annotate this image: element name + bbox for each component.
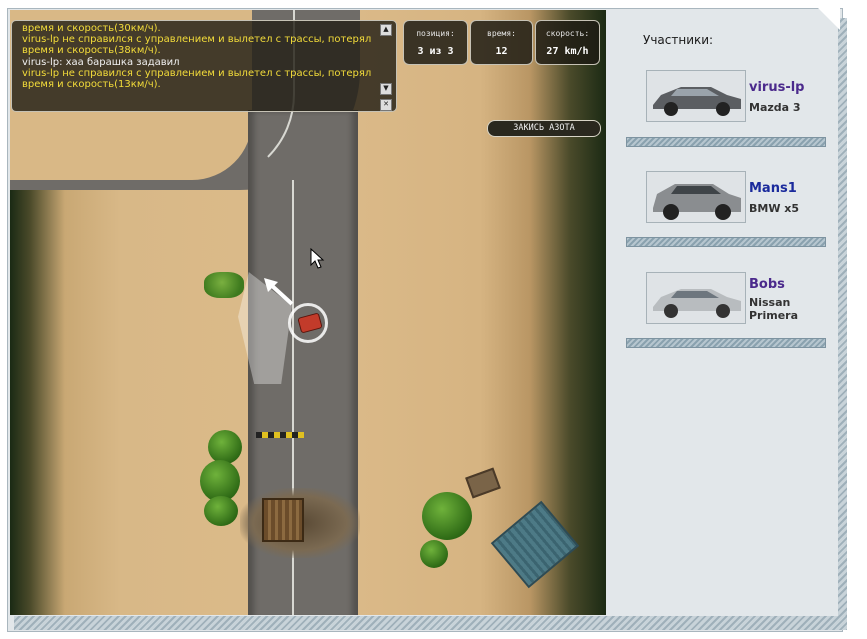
position-label: позиция: xyxy=(416,29,455,38)
participant-car: BMW x5 xyxy=(749,202,800,215)
frame-corner xyxy=(818,8,840,30)
participant-progress-bar xyxy=(626,137,826,147)
chat-line: время и скорость(13км/ч). xyxy=(22,79,161,91)
tree xyxy=(420,540,448,568)
close-icon[interactable]: ✕ xyxy=(380,99,392,111)
time-box: время: 12 xyxy=(470,20,533,65)
time-value: 12 xyxy=(495,46,508,57)
crate xyxy=(465,467,501,499)
participant-name: Bobs xyxy=(749,277,785,292)
position-value: 3 из 3 xyxy=(417,46,454,57)
shed xyxy=(490,500,580,589)
chat-line: время и скорость(38км/ч). xyxy=(22,45,161,57)
car-photo xyxy=(646,171,746,223)
participants-title: Участники: xyxy=(643,33,714,47)
chat-log[interactable]: время и скорость(30км/ч). virus-lp не сп… xyxy=(11,20,397,112)
speed-box: скорость: 27 km/h xyxy=(535,20,600,65)
participant-name: virus-lp xyxy=(749,80,805,95)
frame-bottom-edge xyxy=(14,616,847,630)
car-photo xyxy=(646,272,746,324)
participant-name: Mans1 xyxy=(749,181,797,196)
participant-card: virus-lp Mazda 3 xyxy=(626,70,826,160)
wooden-bridge xyxy=(262,498,304,542)
participant-car: Nissan Primera xyxy=(749,296,799,322)
position-box: позиция: 3 из 3 xyxy=(403,20,468,65)
participant-progress-bar xyxy=(626,338,826,348)
speed-value: 27 km/h xyxy=(546,46,589,57)
scroll-up-icon[interactable]: ▲ xyxy=(380,24,392,36)
nitro-button[interactable]: ЗАКИСЬ АЗОТА xyxy=(487,120,601,137)
mouse-cursor-icon xyxy=(310,248,325,269)
scroll-down-icon[interactable]: ▼ xyxy=(380,83,392,95)
tree xyxy=(422,492,472,540)
frame-right-edge xyxy=(838,18,847,630)
bush xyxy=(204,272,244,298)
chat-line: virus-lp: хаа барашка задавил xyxy=(22,56,180,68)
participant-card: Mans1 BMW x5 xyxy=(626,171,826,261)
chat-line: virus-lp не справился с управлением и вы… xyxy=(22,34,372,46)
chat-line: virus-lp не справился с управлением и вы… xyxy=(22,67,372,79)
tree xyxy=(208,430,242,464)
car-photo xyxy=(646,70,746,122)
speed-label: скорость: xyxy=(545,29,590,38)
chat-line: время и скорость(30км/ч). xyxy=(22,23,161,34)
time-label: время: xyxy=(487,29,516,38)
tree xyxy=(204,496,238,526)
participant-card: Bobs Nissan Primera xyxy=(626,272,826,362)
road-barrier xyxy=(256,432,304,438)
participant-car: Mazda 3 xyxy=(749,101,801,114)
participant-progress-bar xyxy=(626,237,826,247)
